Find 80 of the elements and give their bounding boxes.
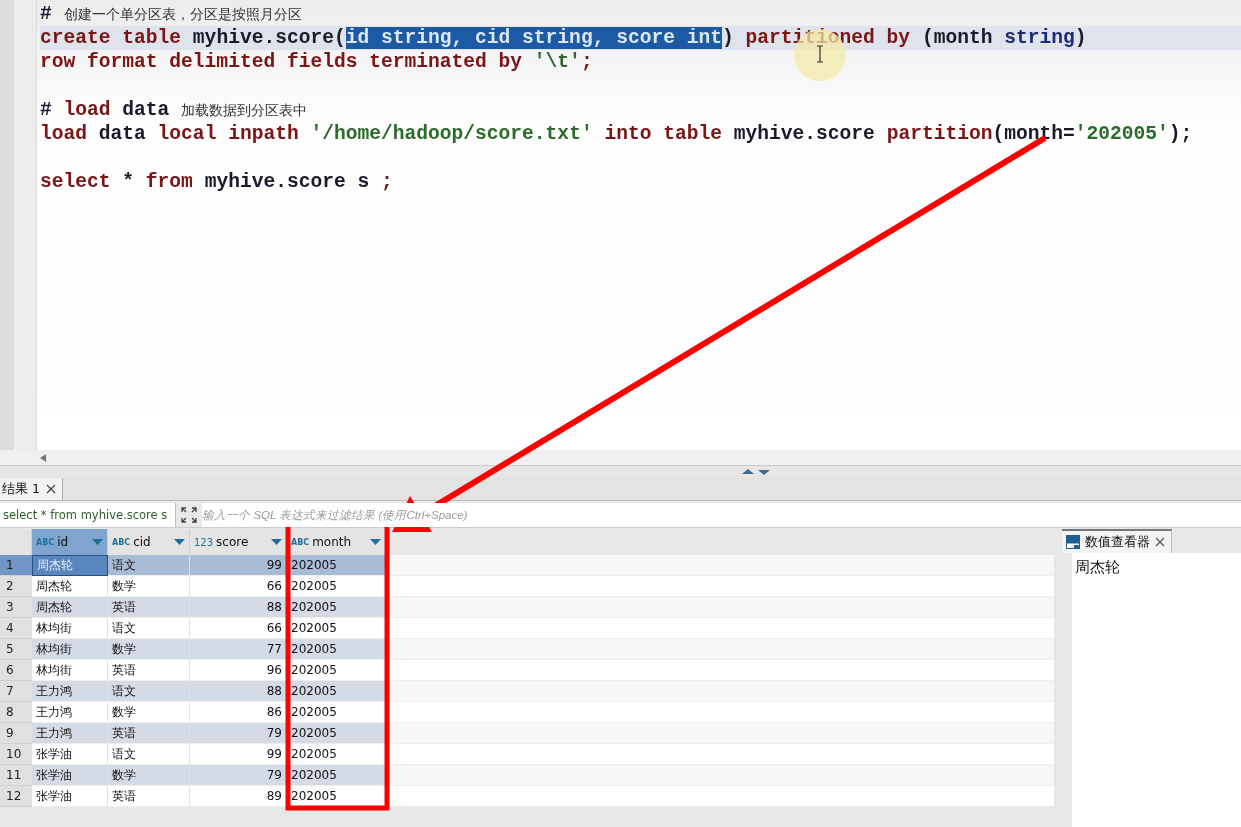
column-header[interactable]: 123 score <box>190 529 287 555</box>
table-cell: 数学 <box>108 702 190 723</box>
table-cell: 英语 <box>108 786 190 807</box>
text-cursor-icon <box>816 45 824 63</box>
table-cell: 英语 <box>108 597 190 618</box>
table-cell: 99 <box>190 555 287 576</box>
table-cell: 林均街 <box>32 639 108 660</box>
table-cell: 王力鸿 <box>32 702 108 723</box>
table-cell: 语文 <box>108 618 190 639</box>
row-number[interactable]: 5 <box>0 639 32 660</box>
table-cell: 林均街 <box>32 618 108 639</box>
table-cell: 89 <box>190 786 287 807</box>
code-line: row format delimited fields terminated by '\t'; <box>40 50 593 74</box>
row-number[interactable]: 3 <box>0 597 32 618</box>
filter-field[interactable]: 输入一个 SQL 表达式来过滤结果 (使用Ctrl+Space) <box>202 503 1241 527</box>
table-cell: 79 <box>190 723 287 744</box>
table-cell: 数学 <box>108 576 190 597</box>
table-cell: 语文 <box>108 744 190 765</box>
expand-icon[interactable] <box>181 507 198 523</box>
table-cell: 66 <box>190 618 287 639</box>
row-number[interactable]: 9 <box>0 723 32 744</box>
table-cell: 张学油 <box>32 786 108 807</box>
close-icon[interactable] <box>1155 537 1165 547</box>
panel-icon <box>1066 535 1080 549</box>
table-cell: 语文 <box>108 555 190 576</box>
table-cell: 王力鸿 <box>32 723 108 744</box>
horizontal-scrollbar[interactable] <box>0 450 1241 465</box>
table-cell: 林均街 <box>32 660 108 681</box>
table-cell: 语文 <box>108 681 190 702</box>
code-line: load data local inpath '/home/hadoop/score.txt' into table myhive.score partition(month='202005'); <box>40 122 1193 146</box>
table-cell: 66 <box>190 576 287 597</box>
row-number[interactable]: 11 <box>0 765 32 786</box>
row-number[interactable]: 8 <box>0 702 32 723</box>
table-cell: 英语 <box>108 723 190 744</box>
row-number[interactable]: 12 <box>0 786 32 807</box>
table-cell: 英语 <box>108 660 190 681</box>
code-line: # load data 加载数据到分区表中 <box>40 98 308 122</box>
column-name: month <box>312 535 353 549</box>
code-line: # 创建一个单分区表，分区是按照月分区 <box>40 2 302 26</box>
table-cell: 96 <box>190 660 287 681</box>
code-line: select * from myhive.score s ; <box>40 170 393 194</box>
type-label: ABC <box>36 537 55 547</box>
row-number[interactable]: 4 <box>0 618 32 639</box>
type-label: 123 <box>194 536 214 548</box>
table-cell: 张学油 <box>32 765 108 786</box>
dropdown-icon[interactable] <box>271 538 282 546</box>
table-cell: 周杰轮 <box>32 555 108 576</box>
type-label: ABC <box>291 537 310 547</box>
table-cell: 79 <box>190 765 287 786</box>
table-cell: 张学油 <box>32 744 108 765</box>
table-cell: 数学 <box>108 639 190 660</box>
column-name: score <box>216 535 250 549</box>
row-number[interactable]: 10 <box>0 744 32 765</box>
column-name: cid <box>133 535 152 549</box>
table-cell: 86 <box>190 702 287 723</box>
table-cell: 77 <box>190 639 287 660</box>
row-number[interactable]: 6 <box>0 660 32 681</box>
table-cell: 88 <box>190 597 287 618</box>
column-header[interactable]: ABC cid <box>108 529 190 555</box>
collapse-expand-icon[interactable] <box>741 468 770 476</box>
dropdown-icon[interactable] <box>174 538 185 546</box>
row-number[interactable]: 2 <box>0 576 32 597</box>
table-cell: 88 <box>190 681 287 702</box>
query-text: select * from myhive.score s <box>0 503 177 527</box>
table-cell: 99 <box>190 744 287 765</box>
row-number[interactable]: 1 <box>0 555 32 576</box>
column-header[interactable]: ABC id <box>32 529 108 555</box>
row-number[interactable]: 7 <box>0 681 32 702</box>
table-cell: 数学 <box>108 765 190 786</box>
value-viewer-tab[interactable]: 数值查看器 <box>1062 529 1172 553</box>
type-label: ABC <box>112 537 131 547</box>
cell-value: 周杰轮 <box>1075 558 1120 576</box>
table-cell: 周杰轮 <box>32 597 108 618</box>
dropdown-icon[interactable] <box>370 538 381 546</box>
result-tab[interactable]: 结果 1 <box>0 478 63 500</box>
code-line: create table myhive.score(id string, cid string, score int) partitioned by (month string) <box>40 26 1087 50</box>
close-icon[interactable] <box>45 484 56 494</box>
table-cell: 王力鸿 <box>32 681 108 702</box>
table-cell: 周杰轮 <box>32 576 108 597</box>
column-name: id <box>57 535 70 549</box>
